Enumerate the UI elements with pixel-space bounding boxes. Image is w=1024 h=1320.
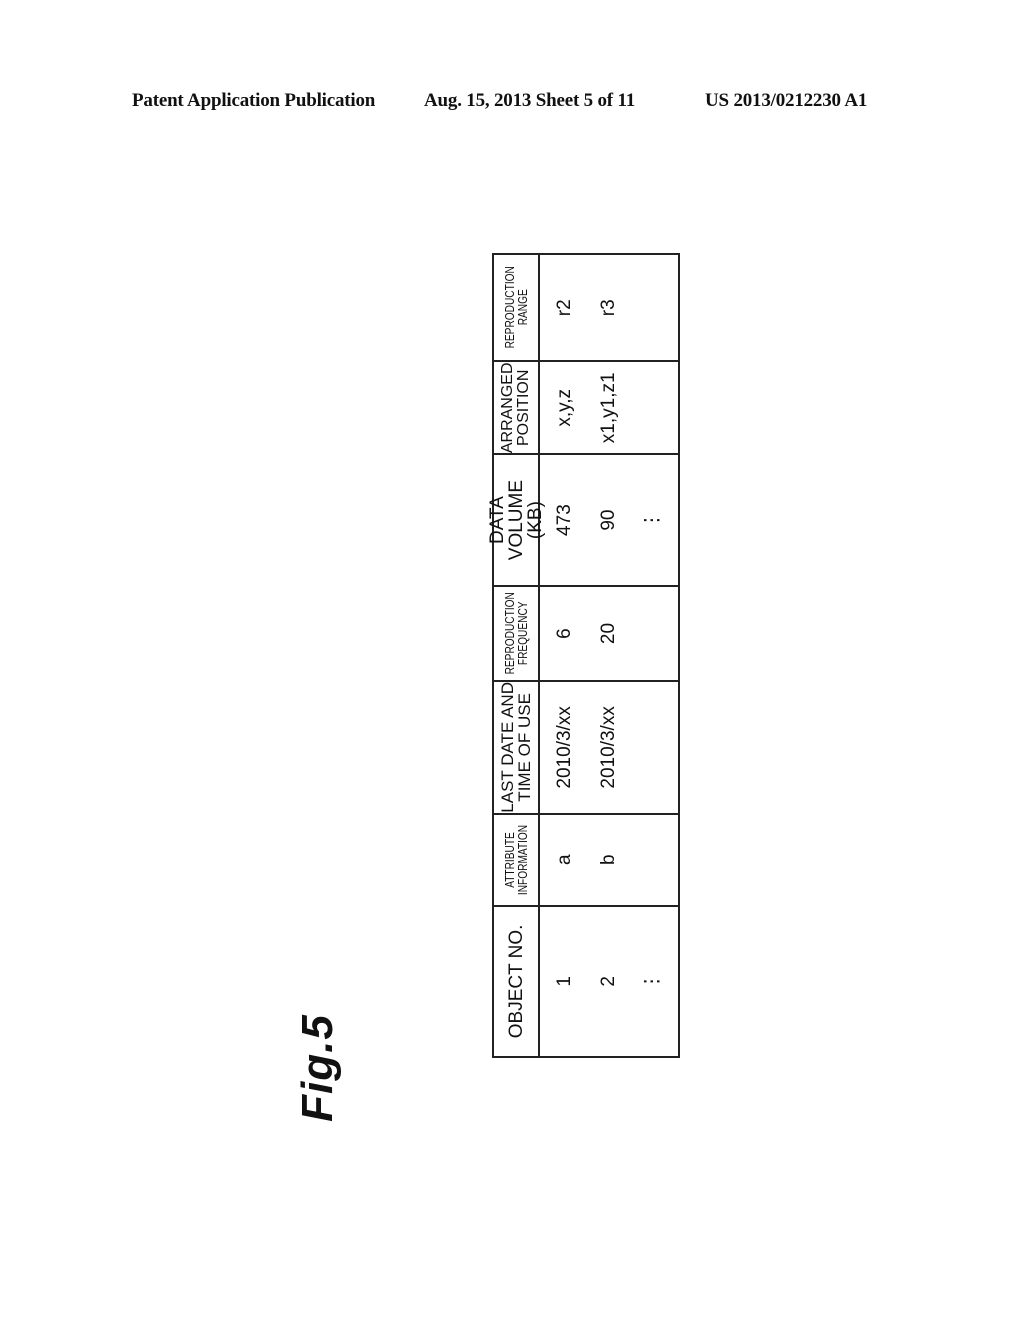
column-last-date-time-of-use: LAST DATE AND TIME OF USE 2010/3/xx 2010…: [494, 680, 678, 813]
column-body: r2 r3: [540, 255, 678, 360]
table-cell: x1,y1,z1: [598, 372, 619, 444]
column-data-volume: DATA VOLUME (KB) 473 90 ⋮: [487, 453, 678, 586]
table-cell: 2010/3/xx: [554, 706, 575, 789]
table-cell: 1: [554, 976, 575, 987]
column-body: 473 90 ⋮: [540, 455, 678, 585]
table-cell: 6: [554, 628, 575, 639]
publication-date-sheet: Aug. 15, 2013 Sheet 5 of 11: [424, 90, 635, 111]
header-line: ARRANGED: [499, 362, 516, 454]
table-cell: ⋮: [642, 971, 663, 991]
column-header: ATTRIBUTE INFORMATION: [494, 814, 540, 905]
object-table-container: OBJECT NO. 1 2 ⋮ ATTRIBUTE INFORMATION a…: [487, 253, 680, 1058]
header-line: LAST DATE AND: [498, 682, 517, 813]
table-cell: r2: [554, 299, 575, 317]
table-cell: r3: [598, 299, 619, 317]
column-object-no: OBJECT NO. 1 2 ⋮: [494, 904, 678, 1056]
column-arranged-position: ARRANGED POSITION x,y,z x1,y1,z1: [494, 360, 678, 454]
column-body: 1 2 ⋮: [540, 907, 678, 1056]
header-line: OBJECT NO.: [505, 924, 527, 1039]
column-body: 6 20: [540, 587, 678, 680]
publication-type: Patent Application Publication: [132, 90, 376, 111]
column-header: OBJECT NO.: [494, 906, 540, 1056]
header-line: POSITION: [515, 369, 532, 447]
header-line: TIME OF USE: [515, 693, 534, 802]
column-body: a b: [540, 815, 678, 905]
table-cell: 20: [598, 622, 619, 645]
header-line: FREQUENCY: [515, 601, 530, 666]
header-line: RANGE: [515, 289, 530, 326]
table-cell: 473: [554, 504, 575, 536]
column-reproduction-range: REPRODUCTION RANGE r2 r3: [494, 255, 678, 361]
header-line: INFORMATION: [515, 824, 530, 895]
column-reproduction-frequency: REPRODUCTION FREQUENCY 6 20: [494, 585, 678, 681]
column-header: LAST DATE AND TIME OF USE: [494, 682, 540, 813]
column-header: DATA VOLUME (KB): [487, 455, 546, 586]
table-cell: a: [554, 854, 575, 866]
column-body: x,y,z x1,y1,z1: [540, 362, 678, 453]
table-cell: b: [598, 854, 619, 866]
header-line: DATA VOLUME: [486, 479, 527, 561]
column-header: REPRODUCTION FREQUENCY: [494, 587, 540, 681]
table-cell: x,y,z: [554, 388, 575, 427]
column-header: ARRANGED POSITION: [494, 362, 540, 454]
figure-label: Fig.5: [293, 1014, 342, 1122]
column-header: REPRODUCTION RANGE: [494, 255, 540, 361]
table-cell: 2010/3/xx: [598, 706, 619, 789]
column-attribute-information: ATTRIBUTE INFORMATION a b: [494, 812, 678, 905]
object-table: OBJECT NO. 1 2 ⋮ ATTRIBUTE INFORMATION a…: [487, 253, 680, 1058]
table-cell: 2: [598, 976, 619, 987]
table-cell: ⋮: [642, 510, 663, 530]
publication-number: US 2013/0212230 A1: [705, 90, 868, 111]
table-cell: 90: [598, 509, 619, 531]
column-body: 2010/3/xx 2010/3/xx: [540, 682, 678, 813]
